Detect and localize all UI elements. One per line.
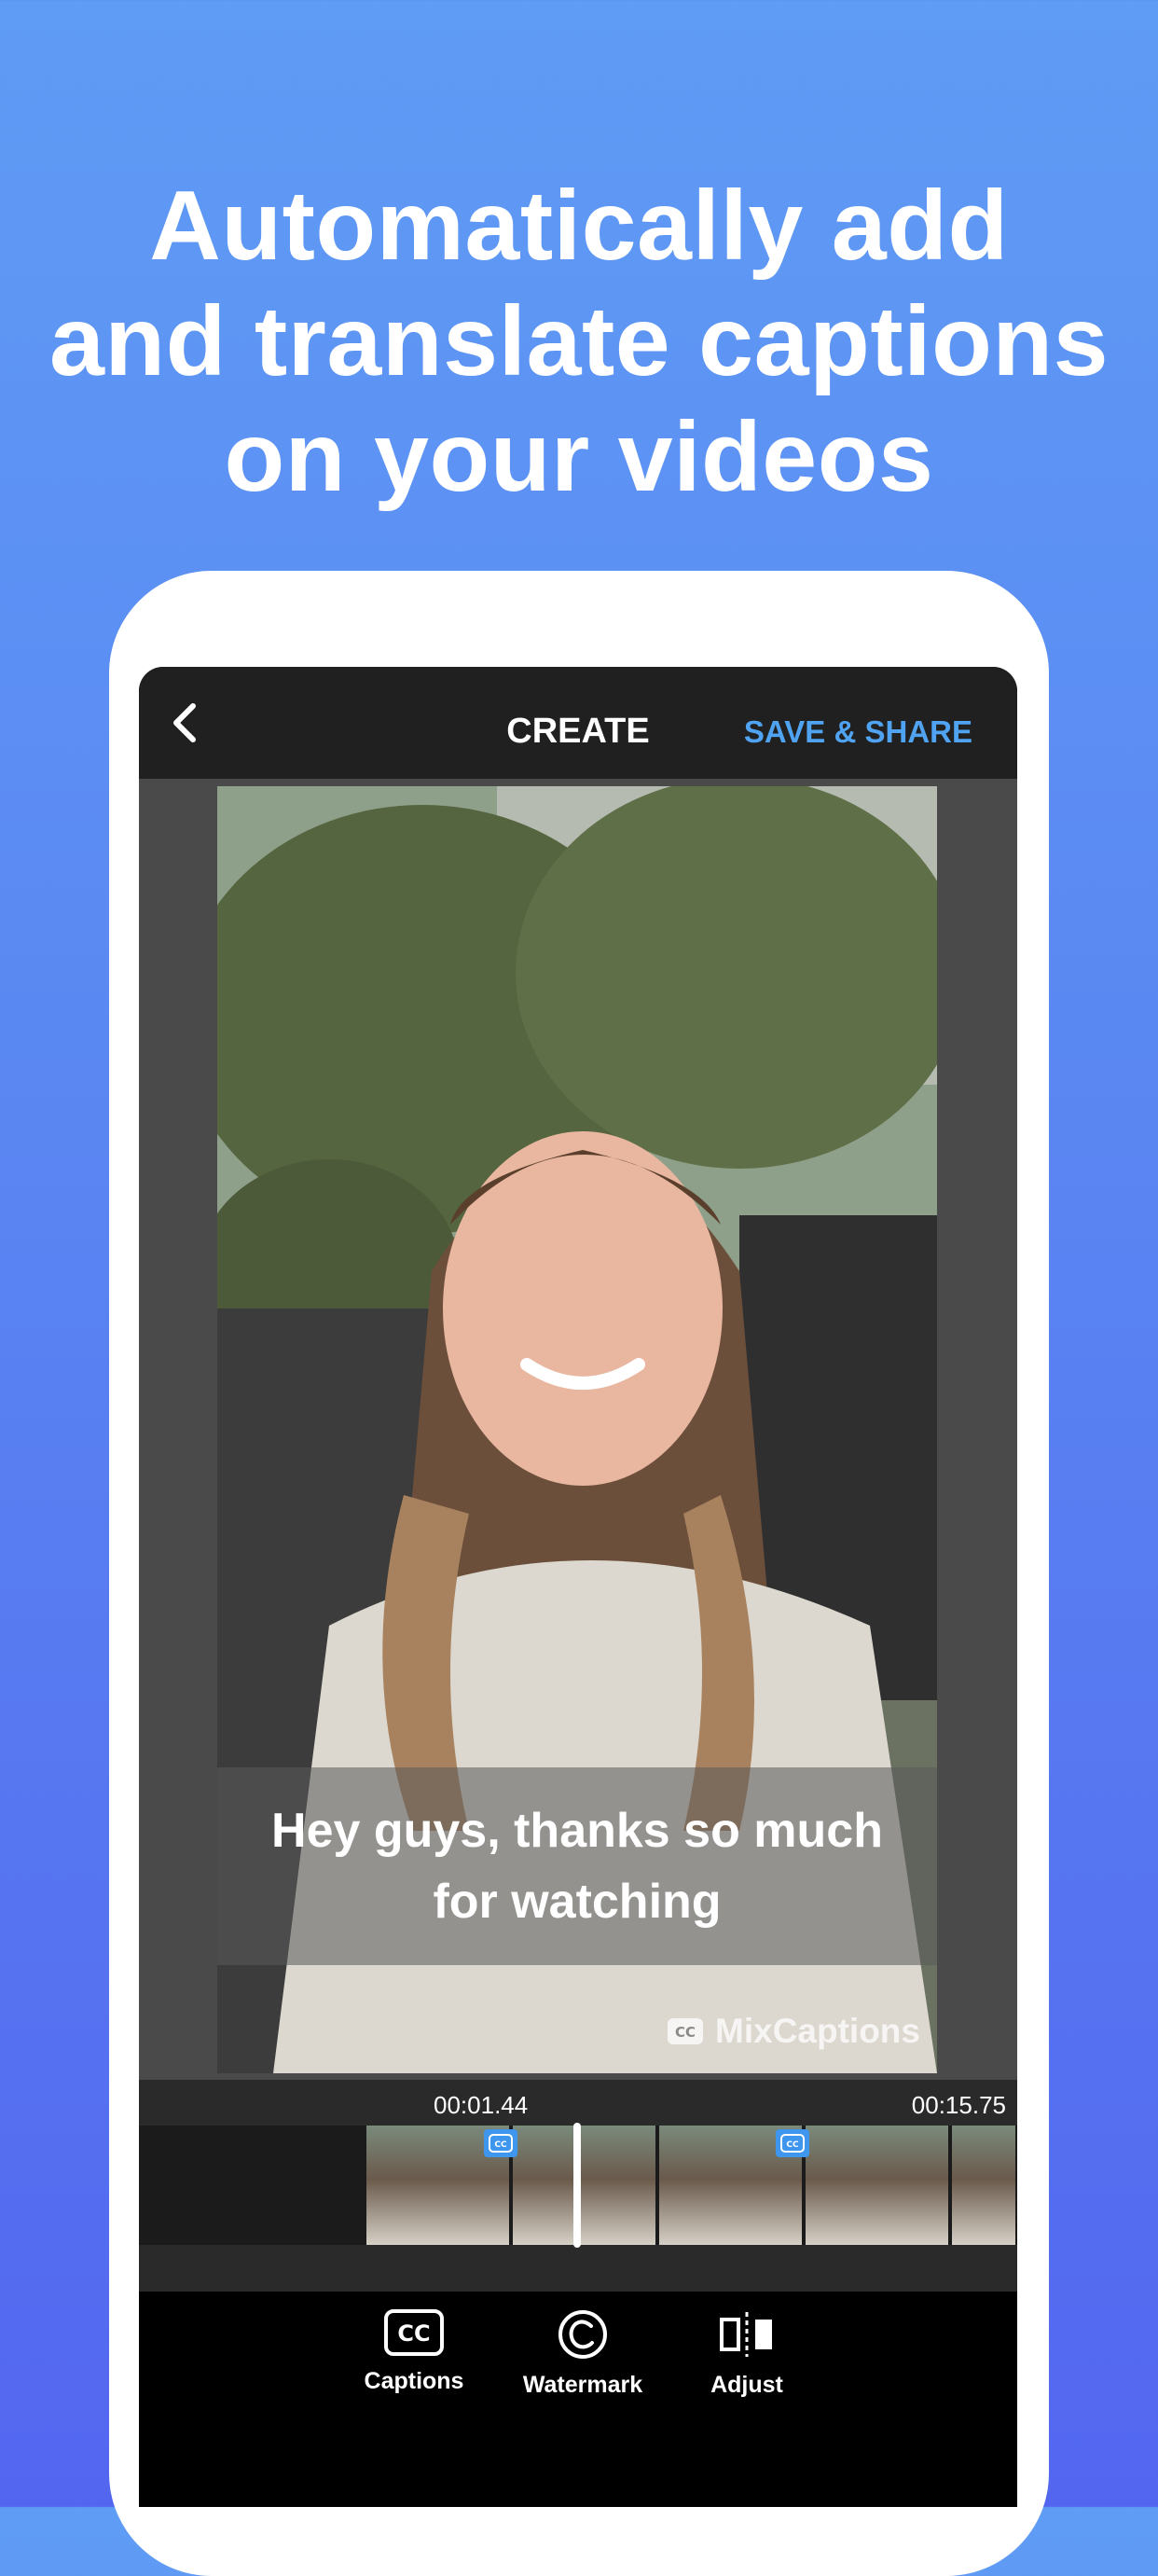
watermark-label: Watermark <box>522 2372 643 2398</box>
video-preview[interactable]: Hey guys, thanks so much for watching CC… <box>217 786 937 2073</box>
app-screen: CREATE SAVE & SHARE Hey guys, thanks so … <box>139 667 1017 2507</box>
captions-label: Captions <box>364 2368 464 2394</box>
caption-marker[interactable]: CC <box>776 2129 809 2157</box>
cc-icon: CC <box>489 2134 513 2153</box>
timeline-thumbnail <box>952 2126 1017 2245</box>
caption-marker[interactable]: CC <box>484 2129 517 2157</box>
total-duration: 00:15.75 <box>911 2091 1006 2119</box>
cc-icon: CC <box>384 2309 444 2356</box>
caption-text: Hey guys, thanks so much for watching <box>271 1804 883 1929</box>
svg-text:CC: CC <box>675 2024 696 2041</box>
headline-line-2: and translate captions <box>48 286 1110 396</box>
top-bar: CREATE SAVE & SHARE <box>139 667 1017 779</box>
adjust-label: Adjust <box>710 2372 783 2398</box>
cc-icon: CC <box>668 2018 704 2044</box>
watermark: CC MixCaptions <box>667 2008 920 2055</box>
adjust-icon <box>720 2312 772 2357</box>
caption-overlay[interactable]: Hey guys, thanks so much for watching <box>217 1767 937 1965</box>
headline-line-3: on your videos <box>224 402 934 512</box>
playhead[interactable] <box>573 2123 581 2248</box>
watermark-text: MixCaptions <box>715 2012 920 2050</box>
timeline-thumbnail <box>806 2126 950 2245</box>
svg-text:CC: CC <box>494 2140 507 2150</box>
current-time: 00:01.44 <box>434 2091 529 2119</box>
cc-icon: CC <box>780 2134 805 2153</box>
video-area: Hey guys, thanks so much for watching CC… <box>139 779 1017 2159</box>
svg-text:CC: CC <box>786 2140 799 2150</box>
captions-tool-button[interactable]: CC Captions <box>330 2308 498 2420</box>
timeline[interactable]: 00:01.44 00:15.75 CC CC <box>139 2080 1017 2292</box>
timeline-thumbnail <box>513 2126 657 2245</box>
adjust-tool-button[interactable]: Adjust <box>663 2308 831 2420</box>
copyright-icon <box>558 2310 607 2359</box>
svg-text:CC: CC <box>397 2320 430 2347</box>
save-share-button[interactable]: SAVE & SHARE <box>744 667 972 779</box>
bottom-toolbar: CC Captions Watermark Adjust <box>139 2292 1017 2507</box>
headline-line-1: Automatically add <box>149 171 1009 281</box>
marketing-headline: Automatically add and translate captions… <box>0 168 1158 515</box>
watermark-tool-button[interactable]: Watermark <box>499 2308 667 2420</box>
